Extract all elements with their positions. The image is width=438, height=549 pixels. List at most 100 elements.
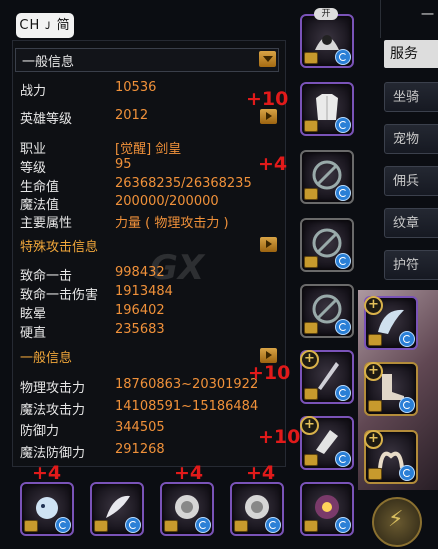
enhance-label-weapon: +10	[248, 362, 291, 384]
lock-icon	[304, 388, 318, 400]
enhance-label-slot-1: +4	[258, 153, 288, 175]
label-critical: 致命一击	[20, 269, 73, 284]
refresh-icon[interactable]	[335, 117, 351, 133]
value-defense: 344505	[115, 420, 165, 435]
label-level: 等级	[20, 161, 47, 176]
stats-category-dropdown[interactable]: 一般信息	[15, 48, 279, 72]
label-stun: 眩晕	[20, 307, 47, 322]
tab-mount[interactable]: 坐骑	[384, 82, 438, 112]
refresh-icon[interactable]	[335, 253, 351, 269]
value-magic-defense: 291268	[115, 442, 165, 457]
value-combat-power: 10536	[115, 80, 157, 95]
value-hero-level: 2012	[115, 108, 149, 123]
enhance-label-ring-1: +4	[32, 462, 62, 484]
tab-server[interactable]: 服务	[384, 40, 438, 68]
lock-icon	[304, 322, 318, 334]
lock-icon	[368, 334, 382, 346]
refresh-icon[interactable]	[335, 517, 351, 533]
skill-orb-button[interactable]: ⚡	[372, 497, 422, 547]
value-class: [觉醒] 剑皇	[115, 142, 182, 157]
lock-icon	[164, 520, 178, 532]
lock-icon	[304, 454, 318, 466]
enhance-label-armor: +10	[246, 88, 289, 110]
refresh-icon[interactable]	[125, 517, 141, 533]
label-defense: 防御力	[20, 424, 60, 439]
lock-icon	[368, 400, 382, 412]
section-general-info: 一般信息	[20, 351, 73, 366]
label-physical-attack: 物理攻击力	[20, 381, 86, 396]
lock-icon	[24, 520, 38, 532]
label-critical-damage: 致命一击伤害	[20, 288, 99, 303]
value-critical-damage: 1913484	[115, 284, 173, 299]
equip-slot-gem[interactable]	[300, 482, 354, 536]
enhance-label-ring-4: +4	[246, 462, 276, 484]
refresh-icon[interactable]	[335, 49, 351, 65]
label-mp: 魔法值	[20, 198, 60, 213]
lightning-icon: ⚡	[388, 507, 404, 532]
chevron-down-icon[interactable]	[259, 51, 276, 67]
tab-emblem[interactable]: 纹章	[384, 208, 438, 238]
equip-slot-gloves[interactable]: +	[300, 416, 354, 470]
label-class: 职业	[20, 142, 47, 157]
value-physical-attack: 18760863~20301922	[115, 377, 259, 392]
ime-language-badge[interactable]: CH ᴊ 简	[16, 13, 74, 38]
lock-icon	[304, 52, 318, 64]
lock-icon	[94, 520, 108, 532]
equip-slot-accessory[interactable]: +	[364, 430, 418, 484]
refresh-icon[interactable]	[335, 319, 351, 335]
equip-slot-ring-4[interactable]	[230, 482, 284, 536]
equip-slot-empty-1[interactable]	[300, 150, 354, 204]
refresh-icon[interactable]	[265, 517, 281, 533]
equip-slot-helmet[interactable]: 开	[300, 8, 354, 68]
value-hp: 26368235/26368235	[115, 176, 252, 191]
label-hp: 生命值	[20, 180, 60, 195]
value-level: 95	[115, 157, 132, 172]
tab-mercenary[interactable]: 佣兵	[384, 166, 438, 196]
tab-amulet[interactable]: 护符	[384, 250, 438, 280]
stats-category-label: 一般信息	[22, 55, 75, 70]
refresh-icon[interactable]	[335, 385, 351, 401]
lock-icon	[234, 520, 248, 532]
label-magic-attack: 魔法攻击力	[20, 403, 86, 418]
equip-slot-armor[interactable]	[300, 82, 354, 136]
refresh-icon[interactable]	[195, 517, 211, 533]
tab-pet[interactable]: 宠物	[384, 124, 438, 154]
value-stun: 196402	[115, 303, 165, 318]
lock-icon	[304, 188, 318, 200]
value-magic-attack: 14108591~15186484	[115, 399, 259, 414]
general-info-expand-button[interactable]	[260, 348, 277, 363]
label-stiffness: 硬直	[20, 326, 47, 341]
special-attack-expand-button[interactable]	[260, 237, 277, 252]
helmet-badge: 开	[314, 8, 338, 20]
equip-slot-ring-2[interactable]	[90, 482, 144, 536]
lock-icon	[304, 256, 318, 268]
lock-icon	[304, 120, 318, 132]
enhance-label-gloves: +10	[258, 426, 301, 448]
refresh-icon[interactable]	[399, 465, 415, 481]
refresh-icon[interactable]	[399, 397, 415, 413]
equip-slot-wings[interactable]: +	[364, 296, 418, 350]
equip-slot-empty-3[interactable]	[300, 284, 354, 338]
hero-level-expand-button[interactable]	[260, 109, 277, 124]
enhance-label-ring-3: +4	[174, 462, 204, 484]
equip-slot-ring-3[interactable]	[160, 482, 214, 536]
equip-slot-empty-2[interactable]	[300, 218, 354, 272]
section-special-attack: 特殊攻击信息	[20, 240, 99, 255]
refresh-icon[interactable]	[335, 451, 351, 467]
equip-slot-weapon[interactable]: +	[300, 350, 354, 404]
refresh-icon[interactable]	[335, 185, 351, 201]
equip-slot-boots[interactable]: +	[364, 362, 418, 416]
value-stiffness: 235683	[115, 322, 165, 337]
refresh-icon[interactable]	[55, 517, 71, 533]
equip-slot-ring-1[interactable]	[20, 482, 74, 536]
label-magic-defense: 魔法防御力	[20, 446, 86, 461]
value-mp: 200000/200000	[115, 194, 219, 209]
lock-icon	[368, 468, 382, 480]
label-hero-level: 英雄等级	[20, 112, 73, 127]
value-critical: 998432	[115, 265, 165, 280]
right-menu-top-label: 一	[421, 8, 435, 23]
label-combat-power: 战力	[20, 84, 47, 99]
value-main-attribute: 力量 ( 物理攻击力 )	[115, 216, 229, 231]
right-menu-top: 一	[380, 0, 438, 38]
refresh-icon[interactable]	[399, 331, 415, 347]
